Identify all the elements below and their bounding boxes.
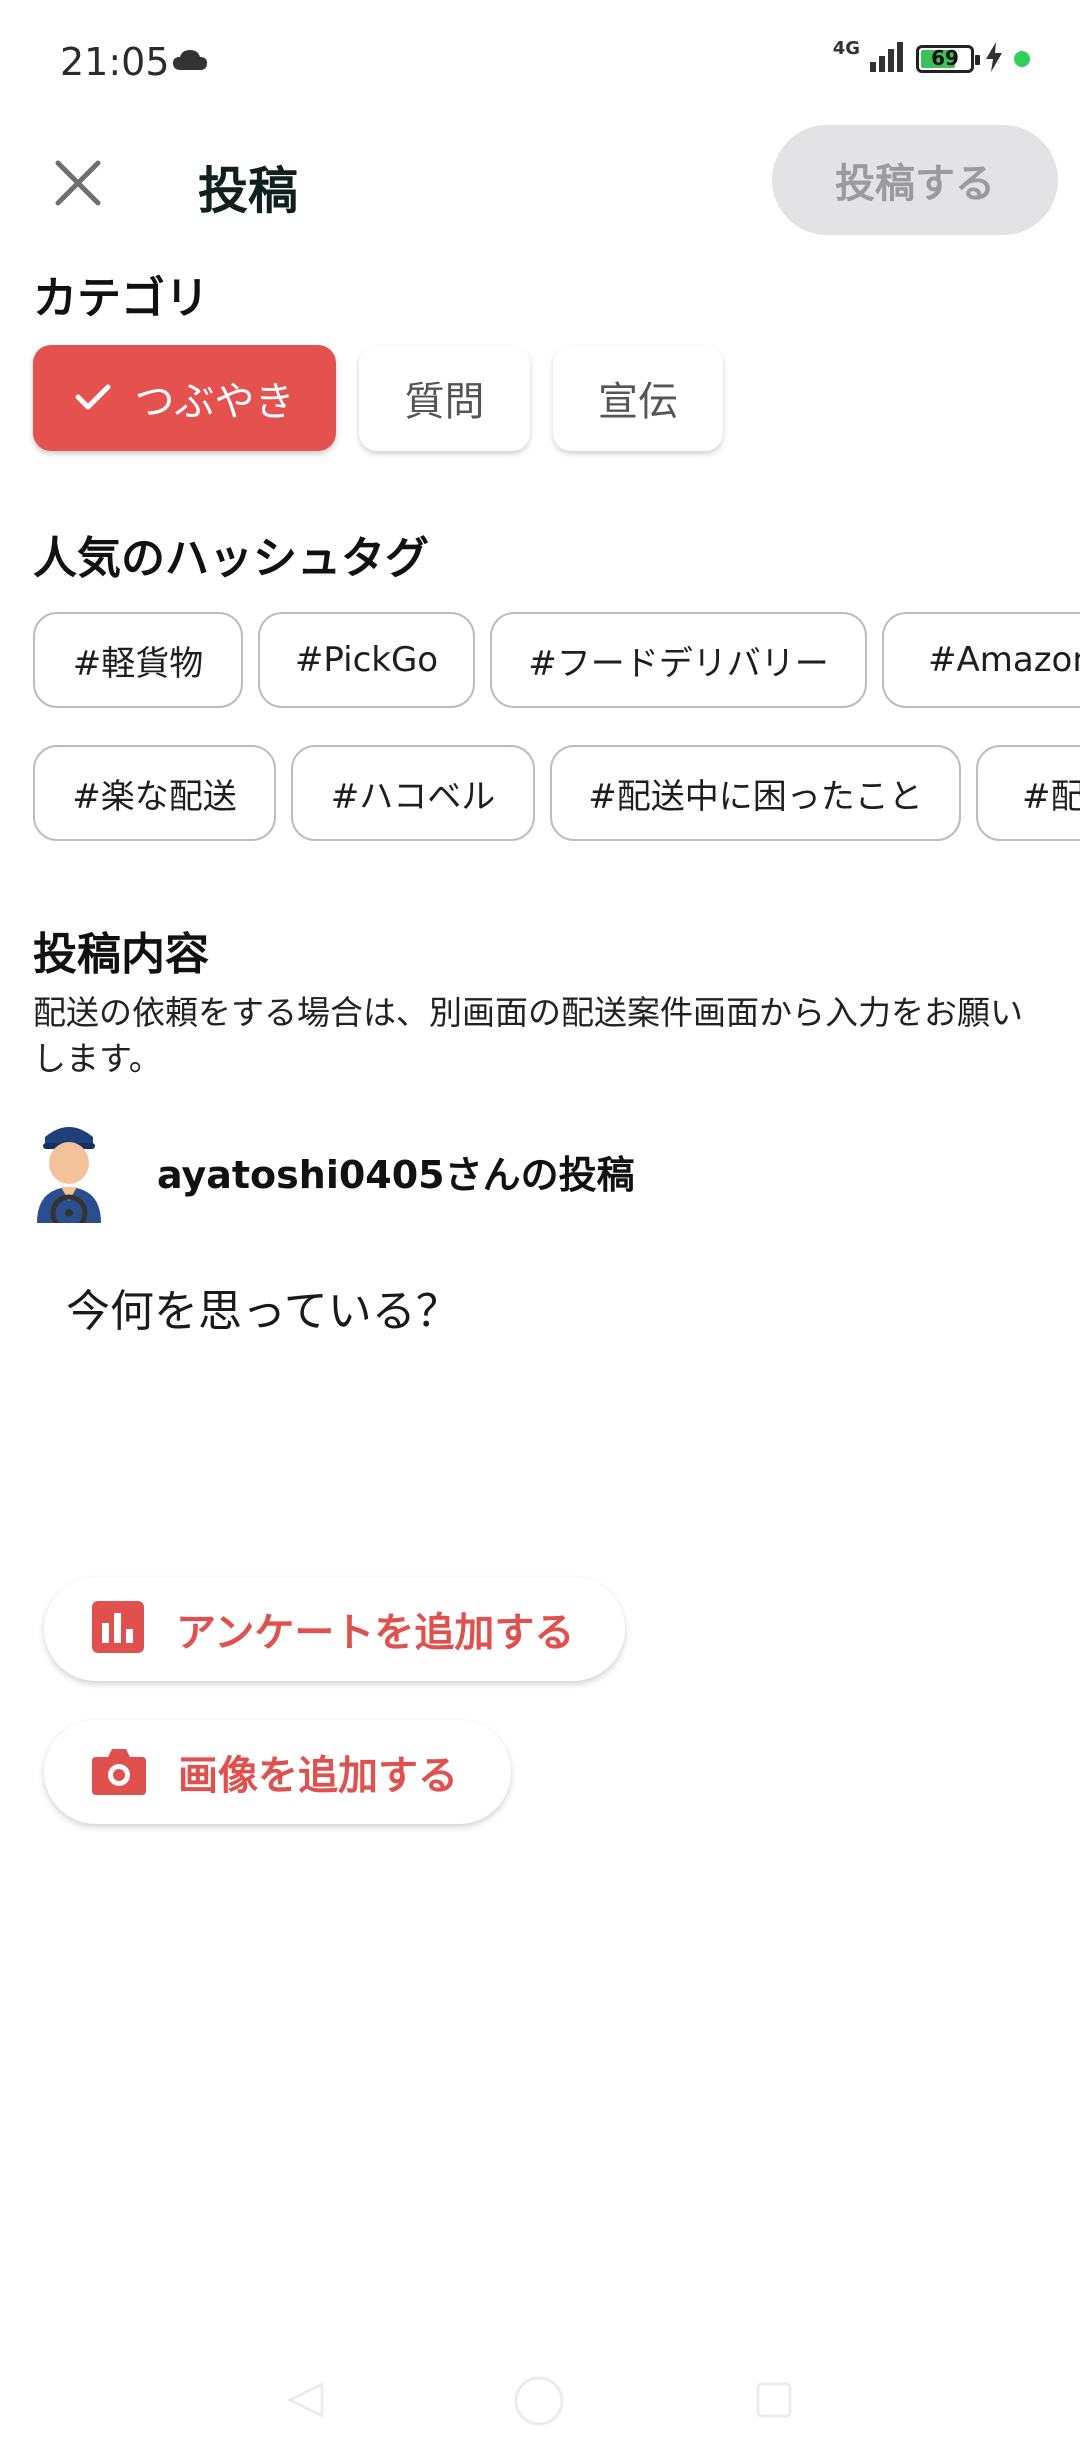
charging-icon: [984, 42, 1004, 76]
close-icon[interactable]: [50, 155, 106, 211]
recents-icon[interactable]: [754, 2380, 794, 2424]
camera-icon: [92, 1745, 146, 1799]
status-bar: 21:05 4G 69: [0, 0, 1080, 130]
battery-level: 69: [931, 46, 959, 70]
status-time: 21:05: [60, 40, 170, 84]
system-navigation-bar: [0, 2360, 1080, 2460]
category-chip-tweet[interactable]: つぶやき: [33, 345, 336, 451]
back-icon[interactable]: [286, 2380, 326, 2424]
hashtag-chip[interactable]: #ハコベル: [291, 745, 535, 841]
signal-icon: [870, 42, 906, 76]
add-poll-button[interactable]: アンケートを追加する: [44, 1577, 625, 1681]
hashtag-chip[interactable]: #軽貨物: [33, 612, 243, 708]
post-author-label: ayatoshi0405さんの投稿: [157, 1152, 635, 1197]
category-title: カテゴリ: [33, 273, 209, 324]
content-title: 投稿内容: [33, 929, 209, 980]
category-chip-label: 質問: [404, 379, 485, 425]
header: 投稿 投稿する: [0, 125, 1080, 240]
post-button[interactable]: 投稿する: [772, 125, 1058, 235]
avatar: [33, 1115, 105, 1232]
network-type: 4G: [832, 38, 860, 59]
hashtag-chip[interactable]: #配送中に困ったこと: [550, 745, 961, 841]
post-textarea[interactable]: 今何を思っている？: [66, 1275, 460, 1339]
hashtags-title: 人気のハッシュタグ: [33, 533, 429, 584]
post-author: ayatoshi0405さんの投稿: [33, 1115, 635, 1232]
bar-chart-icon: [92, 1601, 144, 1657]
check-icon: [75, 375, 111, 421]
category-chip-label: つぶやき: [134, 379, 295, 425]
hashtag-chip[interactable]: #配: [976, 745, 1080, 841]
content-description: 配送の依頼をする場合は、別画面の配送案件画面から入力をお願いします。: [33, 993, 1023, 1078]
notification-dot: [1014, 51, 1030, 67]
hashtag-chip[interactable]: #フードデリバリー: [490, 612, 867, 708]
home-icon[interactable]: [512, 2374, 566, 2432]
hashtag-chip[interactable]: #PickGo: [258, 612, 475, 708]
hashtag-chip[interactable]: #Amazon: [882, 612, 1080, 708]
add-poll-label: アンケートを追加する: [176, 1610, 575, 1656]
add-image-label: 画像を追加する: [178, 1753, 458, 1799]
cloud-icon: [172, 48, 208, 76]
category-chip-question[interactable]: 質問: [359, 345, 530, 451]
hashtag-chip[interactable]: #楽な配送: [33, 745, 276, 841]
category-chip-promotion[interactable]: 宣伝: [553, 345, 723, 451]
battery-icon: 69: [916, 45, 980, 73]
add-image-button[interactable]: 画像を追加する: [44, 1720, 511, 1824]
page-title: 投稿: [198, 162, 298, 220]
category-chip-label: 宣伝: [598, 379, 678, 425]
